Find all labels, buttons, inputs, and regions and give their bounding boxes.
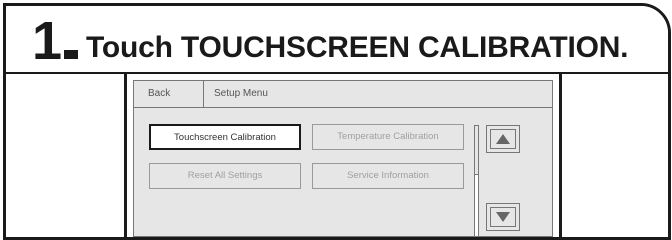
- service-information-button[interactable]: Service Information: [312, 163, 464, 189]
- step-number: 1: [32, 11, 63, 71]
- instruction-frame: 1 Touch TOUCHSCREEN CALIBRATION. Back Se…: [3, 3, 671, 240]
- instruction-header: 1 Touch TOUCHSCREEN CALIBRATION.: [6, 6, 668, 74]
- screen-title: Setup Menu: [214, 88, 268, 99]
- temperature-calibration-button[interactable]: Temperature Calibration: [312, 124, 464, 150]
- scrollbar[interactable]: [474, 125, 479, 237]
- triangle-down-icon: [496, 212, 510, 222]
- screen-topbar: Back Setup Menu: [134, 81, 552, 108]
- scrollbar-thumb[interactable]: [475, 126, 478, 175]
- illustration-panel: Back Setup Menu Touchscreen Calibration …: [6, 74, 668, 237]
- scroll-down-button[interactable]: [486, 203, 520, 231]
- back-button[interactable]: Back: [134, 81, 204, 107]
- triangle-up-icon: [496, 134, 510, 144]
- instruction-text: Touch TOUCHSCREEN CALIBRATION.: [86, 31, 629, 64]
- touchscreen-display: Back Setup Menu Touchscreen Calibration …: [133, 80, 553, 237]
- touchscreen-calibration-button[interactable]: Touchscreen Calibration: [149, 124, 301, 150]
- step-number-dot: [64, 50, 78, 59]
- reset-all-settings-button[interactable]: Reset All Settings: [149, 163, 301, 189]
- device-bezel: Back Setup Menu Touchscreen Calibration …: [124, 74, 562, 237]
- scroll-up-button[interactable]: [486, 125, 520, 153]
